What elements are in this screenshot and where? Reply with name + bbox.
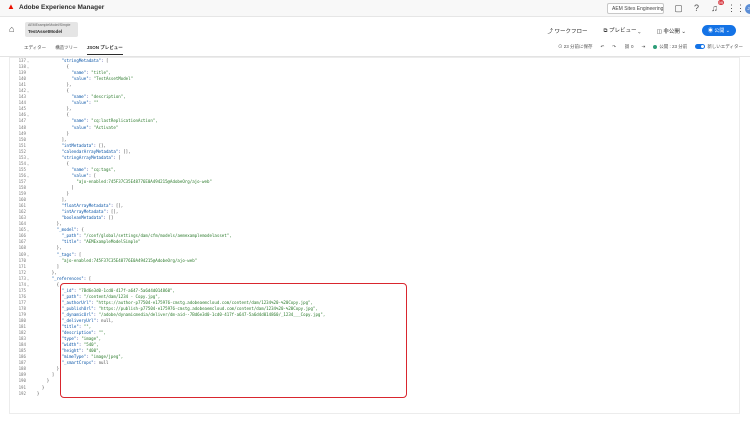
tab-structure-tree[interactable]: 構造ツリー xyxy=(55,45,78,55)
home-icon[interactable]: ⌂ xyxy=(9,24,19,34)
help-icon[interactable]: ? xyxy=(691,3,702,14)
global-nav-bar: ▲ Adobe Experience Manager AEM Sites Eng… xyxy=(0,0,750,17)
references-button[interactable]: ⛓ 0 xyxy=(624,44,633,50)
code-lines: 137 ⌄ "stringMetadata": [138 ⌄ {139 "name"… xyxy=(10,58,739,397)
document-selector[interactable]: AEMExampleModel/Simple TestAssetModel xyxy=(25,22,78,37)
code-line: 192 } xyxy=(10,391,739,397)
editor-toolbar: ⊙ 23 分前に保存 ↶ ↷ ⛓ 0 ⇥ 公開 : 23 分前 新しいエディター xyxy=(558,44,743,50)
header-actions: ⤴ ワークフロー ⧉ プレビュー ⌄ ◫ 非公開 ⌄ ◉ 公開 ⌄ xyxy=(547,25,736,36)
brand[interactable]: ▲ Adobe Experience Manager xyxy=(7,3,104,11)
json-preview-panel: 137 ⌄ "stringMetadata": [138 ⌄ {139 "name"… xyxy=(9,57,740,414)
view-tabs: エディター 構造ツリー JSON プレビュー xyxy=(24,45,123,55)
publish-button[interactable]: ◉ 公開 ⌄ xyxy=(702,25,736,36)
apps-icon[interactable]: ⋮⋮ xyxy=(727,3,745,14)
redo-icon[interactable]: ↷ xyxy=(612,44,616,50)
feedback-icon[interactable]: ▢ xyxy=(673,3,684,14)
tab-editor[interactable]: エディター xyxy=(24,45,46,55)
document-path: AEMExampleModel/Simple xyxy=(28,23,71,27)
top-icons: ▢ ? ♫99 ⋮⋮ JP xyxy=(673,0,750,14)
notifications-icon[interactable]: ♫ 99 xyxy=(709,0,724,14)
compare-icon[interactable]: ⇥ xyxy=(642,44,646,50)
notification-badge: 99 xyxy=(717,0,724,5)
app-title: Adobe Experience Manager xyxy=(19,3,105,11)
save-status: ⊙ 23 分前に保存 xyxy=(557,44,593,49)
code-text: } xyxy=(32,390,40,396)
avatar[interactable]: JP xyxy=(745,3,750,14)
tab-json-preview[interactable]: JSON プレビュー xyxy=(86,45,123,55)
document-title: TestAssetModel xyxy=(28,29,63,34)
published-status-dot xyxy=(653,44,658,49)
editor-tabbar: エディター 構造ツリー JSON プレビュー ⊙ 23 分前に保存 ↶ ↷ ⛓ … xyxy=(0,41,750,57)
org-switcher[interactable]: AEM Sites Engineering xyxy=(607,3,664,14)
toggle-switch[interactable] xyxy=(695,44,706,50)
editor-header: ⌂ AEMExampleModel/Simple TestAssetModel … xyxy=(0,17,750,41)
publish-status: 公開 : 23 分前 xyxy=(653,44,687,50)
preview-button[interactable]: ⧉ プレビュー ⌄ xyxy=(604,26,641,35)
undo-icon[interactable]: ↶ xyxy=(600,44,604,50)
workflow-button[interactable]: ⤴ ワークフロー xyxy=(547,27,587,35)
new-editor-toggle[interactable]: 新しいエディター xyxy=(695,44,743,50)
unpublish-button[interactable]: ◫ 非公開 ⌄ xyxy=(657,27,686,35)
adobe-logo-icon: ▲ xyxy=(7,2,15,11)
line-number: 192 xyxy=(18,390,26,396)
